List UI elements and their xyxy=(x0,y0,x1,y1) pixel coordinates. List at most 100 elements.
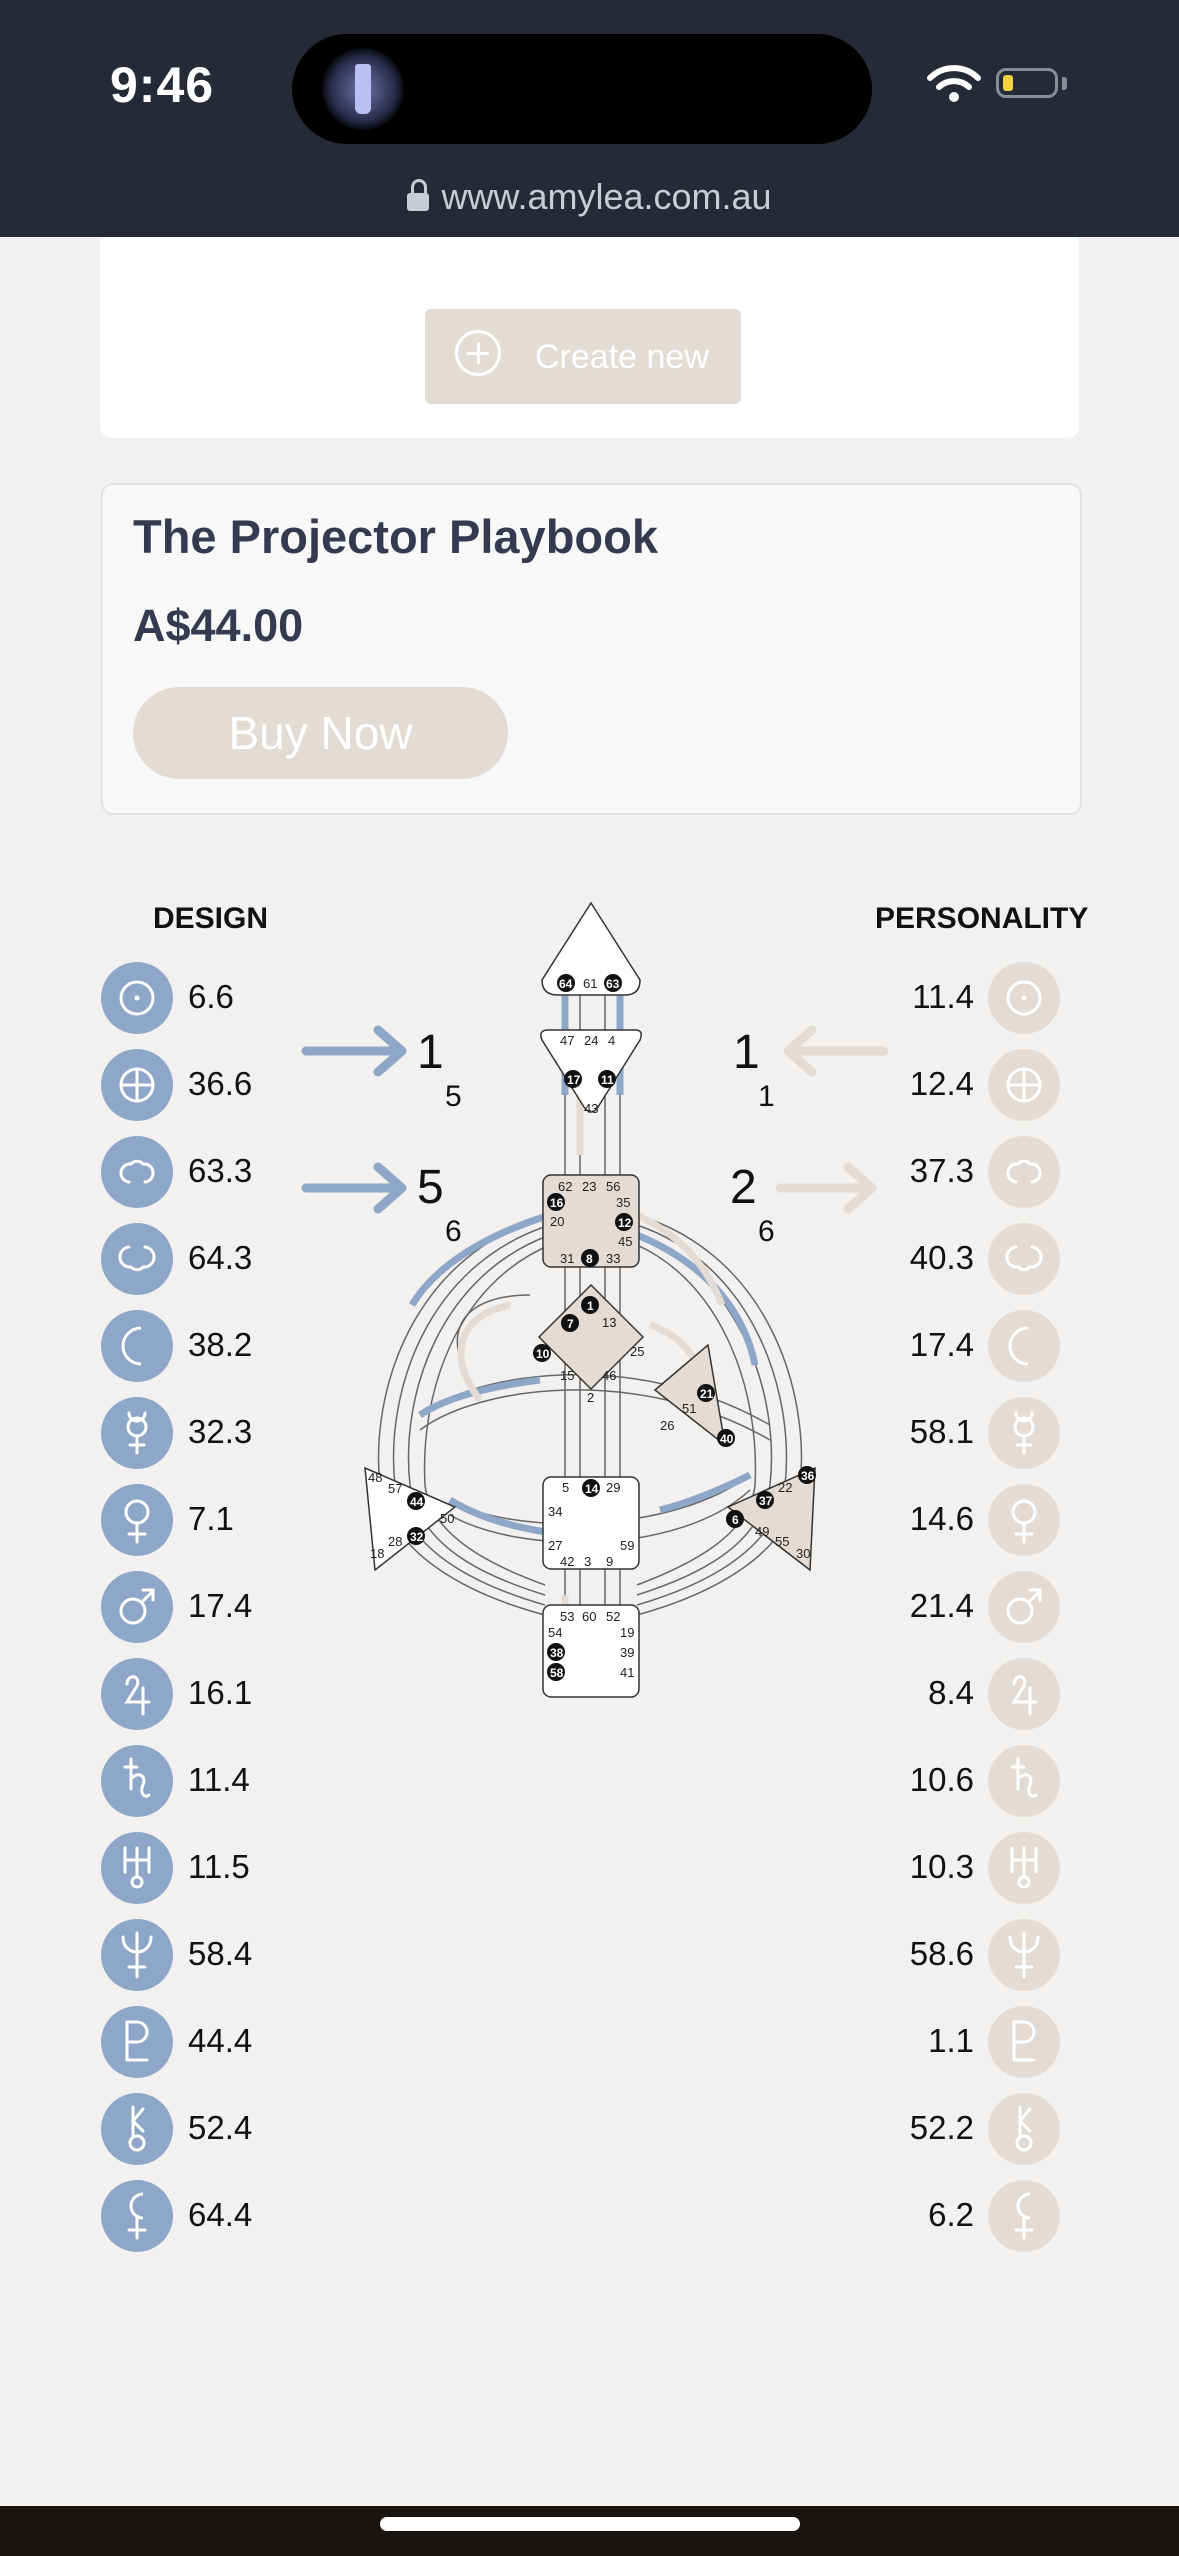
planet-row: 44.4 1.1 xyxy=(0,2006,1179,2078)
personality-value: 12.4 xyxy=(909,1065,974,1102)
svg-text:49: 49 xyxy=(755,1524,769,1539)
status-bar: 9:46 www.amylea.com.au xyxy=(0,0,1179,237)
personality-value: 58.1 xyxy=(909,1413,974,1450)
svg-text:59: 59 xyxy=(620,1538,634,1553)
personality-north-node-icon xyxy=(988,1136,1060,1208)
personality-saturn-icon xyxy=(988,1745,1060,1817)
svg-text:27: 27 xyxy=(548,1538,562,1553)
create-new-button[interactable]: Create new xyxy=(425,309,741,404)
home-indicator-area xyxy=(0,2506,1179,2556)
design-value: 7.1 xyxy=(188,1500,234,1537)
svg-text:21: 21 xyxy=(700,1387,714,1401)
svg-text:42: 42 xyxy=(560,1554,574,1569)
product-title: The Projector Playbook xyxy=(133,510,658,563)
home-indicator[interactable] xyxy=(380,2517,800,2531)
product-price: A$44.00 xyxy=(133,600,304,651)
design-value: 63.3 xyxy=(188,1152,253,1189)
svg-text:19: 19 xyxy=(620,1625,634,1640)
svg-text:44: 44 xyxy=(410,1495,424,1509)
svg-text:32: 32 xyxy=(410,1530,424,1544)
svg-text:26: 26 xyxy=(660,1418,674,1433)
design-value: 17.4 xyxy=(188,1587,253,1624)
personality-moon-icon xyxy=(988,1310,1060,1382)
svg-text:3: 3 xyxy=(584,1554,591,1569)
design-jupiter-icon xyxy=(101,1658,173,1730)
design-value: 11.4 xyxy=(188,1761,250,1798)
design-value: 16.1 xyxy=(188,1674,253,1711)
svg-text:34: 34 xyxy=(548,1504,562,1519)
svg-text:50: 50 xyxy=(440,1511,454,1526)
svg-text:38: 38 xyxy=(550,1646,564,1660)
flashlight-icon xyxy=(322,48,404,130)
svg-text:53: 53 xyxy=(560,1609,574,1624)
svg-text:35: 35 xyxy=(616,1195,630,1210)
battery-icon xyxy=(996,68,1058,98)
svg-text:17: 17 xyxy=(567,1073,581,1087)
personality-value: 14.6 xyxy=(909,1500,974,1537)
personality-neptune-icon xyxy=(988,1919,1060,1991)
design-mars-icon xyxy=(101,1571,173,1643)
svg-text:29: 29 xyxy=(606,1480,620,1495)
personality-header: PERSONALITY xyxy=(875,902,1089,935)
svg-text:30: 30 xyxy=(796,1546,810,1561)
status-time: 9:46 xyxy=(110,57,215,113)
address-bar[interactable]: www.amylea.com.au xyxy=(0,176,1179,218)
planet-row: 11.5 10.3 xyxy=(0,1832,1179,1904)
design-header: DESIGN xyxy=(153,902,269,935)
svg-text:24: 24 xyxy=(584,1033,598,1048)
planet-row: 11.4 10.6 xyxy=(0,1745,1179,1817)
svg-text:55: 55 xyxy=(775,1534,789,1549)
svg-text:52: 52 xyxy=(606,1609,620,1624)
personality-value: 8.4 xyxy=(928,1674,974,1711)
svg-text:41: 41 xyxy=(620,1665,634,1680)
dynamic-island xyxy=(292,34,872,144)
planet-row: 52.4 52.2 xyxy=(0,2093,1179,2165)
svg-text:58: 58 xyxy=(550,1666,564,1680)
personality-value: 37.3 xyxy=(909,1152,974,1189)
svg-text:46: 46 xyxy=(602,1368,616,1383)
svg-text:33: 33 xyxy=(606,1251,620,1266)
design-sun-icon xyxy=(101,962,173,1034)
svg-text:15: 15 xyxy=(560,1368,574,1383)
bodygraph-chart: 64 61 63 47 24 4 17 11 43 62 23 56 16 35 20 … xyxy=(364,901,816,1698)
buy-now-button[interactable]: Buy Now xyxy=(133,687,508,779)
design-neptune-icon xyxy=(101,1919,173,1991)
svg-text:39: 39 xyxy=(620,1645,634,1660)
svg-text:22: 22 xyxy=(778,1480,792,1495)
design-value: 36.6 xyxy=(188,1065,253,1102)
svg-text:62: 62 xyxy=(558,1179,572,1194)
svg-text:18: 18 xyxy=(370,1546,384,1561)
design-chiron-icon xyxy=(101,2093,173,2165)
personality-jupiter-icon xyxy=(988,1658,1060,1730)
design-value: 64.4 xyxy=(188,2196,253,2233)
personality-value: 17.4 xyxy=(909,1326,974,1363)
design-pluto-icon xyxy=(101,2006,173,2078)
svg-text:48: 48 xyxy=(368,1470,382,1485)
design-value: 58.4 xyxy=(188,1935,253,1972)
personality-sun-icon xyxy=(988,962,1060,1034)
personality-value: 1.1 xyxy=(928,2022,974,2059)
planet-row: 64.4 6.2 xyxy=(0,2180,1179,2252)
create-new-label: Create new xyxy=(535,338,709,376)
personality-value: 11.4 xyxy=(912,978,974,1015)
svg-text:31: 31 xyxy=(560,1251,574,1266)
svg-text:12: 12 xyxy=(618,1216,632,1230)
url-text: www.amylea.com.au xyxy=(441,176,772,217)
design-value: 32.3 xyxy=(188,1413,253,1450)
svg-text:40: 40 xyxy=(720,1432,734,1446)
plus-circle-icon xyxy=(455,330,501,376)
svg-text:56: 56 xyxy=(606,1179,620,1194)
svg-text:4: 4 xyxy=(608,1033,615,1048)
personality-mercury-icon xyxy=(988,1397,1060,1469)
personality-value: 21.4 xyxy=(909,1587,974,1624)
svg-text:10: 10 xyxy=(536,1347,550,1361)
design-saturn-icon xyxy=(101,1745,173,1817)
svg-text:5: 5 xyxy=(562,1480,569,1495)
design-value: 11.5 xyxy=(188,1848,250,1885)
svg-text:36: 36 xyxy=(801,1469,815,1483)
svg-text:45: 45 xyxy=(618,1234,632,1249)
personality-chiron-icon xyxy=(988,2093,1060,2165)
design-mercury-icon xyxy=(101,1397,173,1469)
svg-text:54: 54 xyxy=(548,1625,562,1640)
personality-value: 40.3 xyxy=(909,1239,974,1276)
